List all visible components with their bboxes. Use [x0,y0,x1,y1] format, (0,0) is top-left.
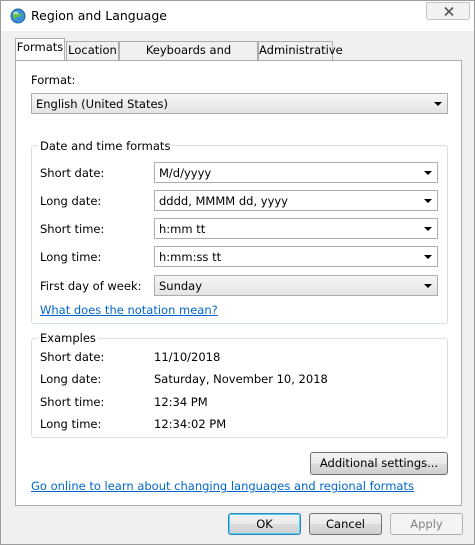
chevron-down-icon [434,102,442,106]
cancel-button[interactable]: Cancel [309,513,382,535]
date-time-formats-title: Date and time formats [38,139,173,153]
chevron-down-icon [424,171,432,175]
example-long-date-label: Long date: [40,372,102,386]
long-time-value: h:mm:ss tt [159,250,222,264]
tab-administrative-label: Administrative [259,43,343,57]
chevron-down-icon [424,255,432,259]
example-short-date-value: 11/10/2018 [154,350,221,364]
long-date-dropdown[interactable]: dddd, MMMM dd, yyyy [154,190,438,211]
tab-location-label: Location [68,43,117,57]
short-date-dropdown[interactable]: M/d/yyyy [154,162,438,183]
first-day-dropdown[interactable]: Sunday [154,275,438,296]
first-day-label: First day of week: [40,279,142,293]
tab-administrative[interactable]: Administrative [258,41,343,60]
example-long-time-value: 12:34:02 PM [154,417,227,431]
short-date-value: M/d/yyyy [159,166,212,180]
examples-title: Examples [38,331,98,345]
formats-panel: Format: English (United States) Date and… [15,60,462,506]
example-short-time-label: Short time: [40,395,105,409]
short-time-label: Short time: [40,222,105,236]
region-language-dialog: Region and Language Formats Location Key… [0,0,475,545]
chevron-down-icon [424,227,432,231]
chevron-down-icon [424,284,432,288]
additional-settings-button[interactable]: Additional settings... [310,452,448,475]
short-time-dropdown[interactable]: h:mm tt [154,218,438,239]
format-dropdown[interactable]: English (United States) [31,93,448,114]
tab-formats-label: Formats [16,40,64,54]
example-short-date-label: Short date: [40,350,105,364]
long-time-label: Long time: [40,250,102,264]
first-day-value: Sunday [159,279,203,293]
format-value: English (United States) [36,97,169,111]
window-title: Region and Language [31,8,167,23]
long-time-dropdown[interactable]: h:mm:ss tt [154,246,438,267]
ok-button[interactable]: OK [228,513,301,535]
online-help-link[interactable]: Go online to learn about changing langua… [31,479,414,493]
example-short-time-value: 12:34 PM [154,395,208,409]
close-icon [444,7,454,16]
example-long-date-value: Saturday, November 10, 2018 [154,372,328,386]
example-long-time-label: Long time: [40,417,102,431]
close-button[interactable] [426,2,470,20]
title-bar: Region and Language [1,1,474,31]
short-time-value: h:mm tt [159,222,206,236]
tab-location[interactable]: Location [66,41,119,60]
tab-formats[interactable]: Formats [15,38,65,60]
short-date-label: Short date: [40,166,105,180]
tab-keyboards-and-languages[interactable]: Keyboards and Languages [119,41,258,74]
long-date-label: Long date: [40,194,102,208]
notation-help-link[interactable]: What does the notation mean? [40,303,218,317]
chevron-down-icon [424,199,432,203]
apply-button[interactable]: Apply [390,513,463,535]
long-date-value: dddd, MMMM dd, yyyy [159,194,288,208]
globe-icon [10,8,26,24]
format-label: Format: [31,73,76,87]
